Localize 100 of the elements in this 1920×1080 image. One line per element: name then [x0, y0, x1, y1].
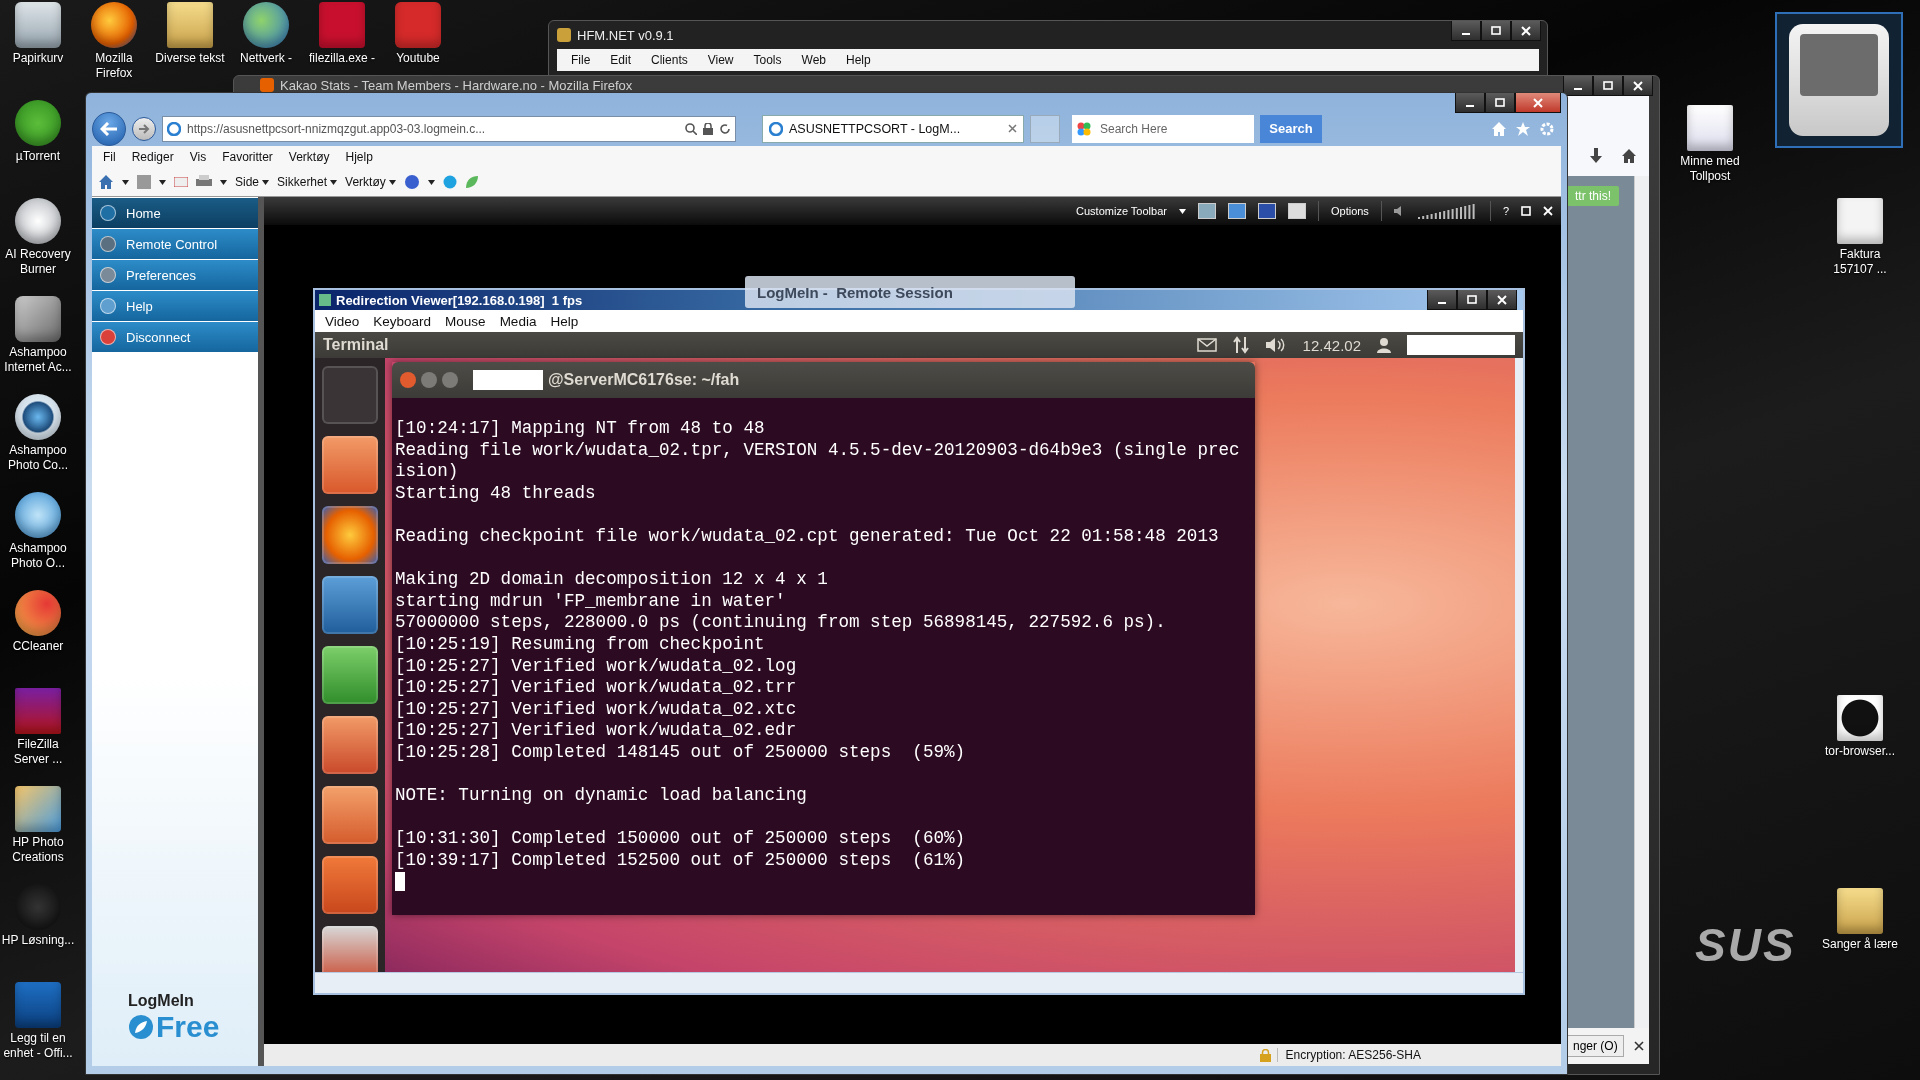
menu-item[interactable]: Video — [319, 313, 366, 329]
command-menu[interactable]: Sikkerhet — [277, 175, 338, 189]
menu-item[interactable]: Verktøy — [281, 150, 337, 164]
desktop-icon-label[interactable]: Minne med Tollpost — [1670, 154, 1750, 184]
close-button[interactable] — [1515, 93, 1561, 113]
star-icon[interactable] — [1515, 120, 1531, 137]
menu-item[interactable]: Hjelp — [338, 150, 380, 164]
maximize-button[interactable] — [1481, 21, 1511, 41]
menu-item[interactable]: Keyboard — [367, 313, 438, 329]
globe-icon[interactable] — [243, 2, 289, 48]
desktop-icon-label[interactable]: Mozilla Firefox — [76, 51, 152, 81]
desktop-icon-label[interactable]: FileZilla Server ... — [0, 737, 76, 767]
minimize-button[interactable] — [1563, 76, 1593, 96]
customize-toolbar-menu[interactable]: Customize Toolbar — [1076, 205, 1167, 217]
desktop-icon-label[interactable]: Papirkurv — [12, 51, 64, 66]
minimize-button[interactable] — [1427, 290, 1457, 310]
network-arrows-icon[interactable] — [1232, 336, 1249, 354]
download-icon[interactable] — [1589, 148, 1603, 164]
maximize-icon[interactable] — [1521, 206, 1531, 216]
leaf-icon — [128, 1014, 154, 1040]
maximize-icon — [1495, 97, 1505, 108]
minimize-button[interactable] — [1455, 93, 1485, 113]
close-button[interactable] — [1487, 290, 1517, 310]
address-bar[interactable]: https://asusnettpcsort-nnizmqzgut.app03-03.logmein.c... — [162, 115, 736, 142]
desktop-icon-label[interactable]: Diverse tekst — [155, 51, 225, 66]
menu-item[interactable]: Edit — [602, 51, 640, 69]
search-icon[interactable] — [685, 122, 697, 135]
nav-item[interactable]: Disconnect — [92, 322, 258, 352]
desktop-icon-label[interactable]: CCleaner — [12, 639, 64, 654]
command-menu[interactable]: Verktøy — [345, 175, 396, 189]
menu-item[interactable]: Web — [793, 51, 834, 69]
menu-item[interactable]: Help — [838, 51, 879, 69]
menu-item[interactable]: View — [699, 51, 742, 69]
menu-item[interactable]: Media — [493, 313, 543, 329]
maximize-button[interactable] — [1485, 93, 1515, 113]
home-icon[interactable] — [98, 174, 114, 190]
nav-icon — [100, 205, 116, 221]
back-button[interactable] — [92, 111, 126, 146]
eye-icon[interactable] — [15, 394, 61, 440]
help-button[interactable]: ? — [1502, 205, 1509, 217]
minimize-button[interactable] — [1451, 21, 1481, 41]
search-field[interactable]: Search Here — [1096, 114, 1254, 143]
menu-item[interactable]: Clients — [643, 51, 696, 69]
maximize-icon — [1467, 294, 1477, 305]
caret-icon — [262, 179, 270, 185]
maximize-button[interactable] — [1593, 76, 1623, 96]
desktop-icon-label[interactable]: HP Photo Creations — [0, 835, 76, 865]
scrollbar[interactable] — [315, 972, 1523, 993]
maximize-button[interactable] — [1457, 290, 1487, 310]
terminal-line: [10:39:17] Completed 152500 out of 250000 steps (61%) — [395, 849, 967, 872]
close-icon — [1633, 80, 1643, 91]
menu-item[interactable]: Vis — [182, 150, 214, 164]
nav-item[interactable]: Preferences — [92, 260, 258, 290]
scrollbar[interactable] — [1515, 358, 1523, 972]
menu-item[interactable]: Fil — [96, 150, 123, 164]
clock[interactable]: 12.42.02 — [1302, 336, 1361, 354]
desktop-icon-label[interactable]: Legg til en enhet - Offi... — [0, 1031, 76, 1061]
maximize-icon — [1603, 80, 1613, 91]
volume-meter-icon[interactable] — [1417, 203, 1478, 219]
command-menu[interactable]: Side — [235, 175, 270, 189]
nav-item[interactable]: Remote Control — [92, 229, 258, 259]
volume-icon[interactable] — [1264, 337, 1287, 353]
desktop-icon-label[interactable]: HP Løsning... — [1, 933, 75, 948]
desktop-icon-label[interactable]: Sanger å lære — [1821, 937, 1898, 952]
desktop-icon-label[interactable]: tor-browser... — [1825, 744, 1895, 759]
minimize-icon — [1462, 32, 1470, 35]
printer-icon[interactable] — [196, 175, 212, 189]
menu-item[interactable]: Favoritter — [215, 150, 280, 164]
options-menu[interactable]: Options — [1330, 205, 1369, 217]
desktop-icon-label[interactable]: filezilla.exe - — [309, 51, 375, 66]
desktop-icon-label[interactable]: Ashampoo Internet Ac... — [0, 345, 76, 375]
menu-item[interactable]: Help — [544, 313, 585, 329]
home-icon[interactable] — [1621, 148, 1637, 164]
terminal-line: [10:25:19] Resuming from checkpoint — [395, 633, 766, 656]
search-button[interactable]: Search — [1260, 114, 1322, 143]
desktop-icon-label[interactable]: µTorrent — [15, 149, 61, 164]
desktop-icon-label[interactable]: Ashampoo Photo O... — [0, 541, 76, 571]
nav-item[interactable]: Help — [92, 291, 258, 321]
scrollbar[interactable] — [1634, 176, 1649, 1028]
browser-tab[interactable]: ASUSNETTPCSORT - LogM... — [762, 114, 1024, 143]
nav-item[interactable]: Home — [92, 198, 258, 228]
refresh-icon[interactable] — [719, 122, 731, 135]
menu-item[interactable]: Tools — [745, 51, 790, 69]
menu-item[interactable]: Rediger — [124, 150, 181, 164]
desktop-icon-label[interactable]: Youtube — [396, 51, 440, 66]
desktop-icon-label[interactable]: AI Recovery Burner — [0, 247, 76, 277]
caret-icon — [1178, 208, 1186, 214]
close-icon[interactable] — [1633, 1041, 1644, 1051]
desktop-icon-label[interactable]: Faktura 157107 ... — [1820, 247, 1900, 277]
search-provider-button[interactable] — [1072, 114, 1096, 143]
desktop-icon-label[interactable]: Ashampoo Photo Co... — [0, 443, 76, 473]
close-button[interactable] — [1511, 21, 1541, 41]
user-icon[interactable] — [1377, 337, 1391, 353]
forward-button[interactable] — [132, 116, 156, 141]
dialog-button[interactable]: nger (O) — [1567, 1035, 1624, 1057]
close-button[interactable] — [1623, 76, 1653, 96]
menu-item[interactable]: Mouse — [439, 313, 492, 329]
window-title: Kakao Stats - Team Members - Hardware.no - Mozilla Firefox — [280, 77, 633, 93]
desktop-icon-label[interactable]: Nettverk - — [240, 51, 292, 66]
menu-item[interactable]: File — [563, 51, 599, 69]
